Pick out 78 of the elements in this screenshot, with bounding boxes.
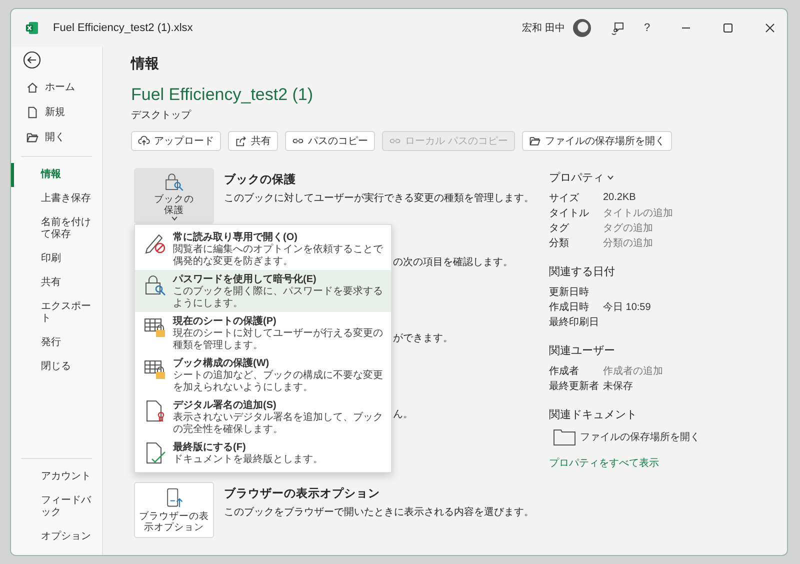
user-name: 宏和 田中 xyxy=(522,22,565,35)
panel-heading[interactable]: プロパティ xyxy=(549,170,604,185)
section-description: ができます。 xyxy=(393,332,453,345)
folder-icon xyxy=(26,131,39,144)
panel-heading: 関連する日付 xyxy=(549,265,615,279)
menu-item[interactable]: デジタル署名の追加(S) 表示されないデジタル署名を追加して、ブックの完全性を確保します。 xyxy=(135,396,391,438)
property-label: 作成者 xyxy=(549,364,580,378)
property-label: 分類 xyxy=(549,236,570,250)
sidebar-item[interactable]: 開く xyxy=(11,125,102,150)
action-button[interactable]: パスのコピー xyxy=(285,131,375,151)
sidebar-item[interactable]: 発行 xyxy=(11,331,102,355)
sidebar-item[interactable]: 共有 xyxy=(11,271,102,295)
show-all-properties-link[interactable]: プロパティをすべて表示 xyxy=(549,456,659,470)
action-button[interactable]: 共有 xyxy=(228,131,278,151)
close-icon xyxy=(765,23,775,33)
open-location-link[interactable]: ファイルの保存場所を開く xyxy=(553,428,700,446)
folder-icon xyxy=(528,135,541,147)
panel-heading: 関連ユーザー xyxy=(549,344,615,358)
sidebar-item[interactable]: エクスポート xyxy=(11,295,102,331)
menu-item[interactable]: パスワードを使用して暗号化(E) このブックを開く際に、パスワードを要求するようにします。 xyxy=(135,270,391,312)
sidebar-item[interactable]: ホーム xyxy=(11,75,102,100)
file-location: デスクトップ xyxy=(131,108,192,122)
panel-heading: 関連ドキュメント xyxy=(549,408,637,422)
sidebar-item[interactable]: 上書き保存 xyxy=(11,187,102,211)
property-label: 更新日時 xyxy=(549,286,590,298)
section-heading: ブラウザーの表示オプション xyxy=(224,486,381,501)
section-description: ん。 xyxy=(393,408,413,421)
back-icon[interactable] xyxy=(23,51,41,69)
menu-item[interactable]: 最終版にする(F) ドキュメントを最終版とします。 xyxy=(135,438,391,468)
menu-item[interactable]: 常に読み取り専用で開く(O) 閲覧者に編集へのオプトインを依頼することで偶発的な変更を防ぎます。 xyxy=(135,228,391,270)
action-button[interactable]: ファイルの保存場所を開く xyxy=(522,131,672,151)
protect-workbook-button[interactable]: ブックの保護 xyxy=(134,168,214,224)
section-description: このブックをブラウザーで開いたときに表示される内容を選びます。 xyxy=(224,506,534,519)
sidebar-item[interactable]: 名前を付けて保存 xyxy=(11,211,102,247)
maximize-icon xyxy=(723,23,733,33)
property-label: タイトル xyxy=(549,206,590,220)
caret-icon[interactable] xyxy=(607,175,614,180)
property-value[interactable]: 分類の追加 xyxy=(603,236,787,250)
sidebar-item[interactable]: 閉じる xyxy=(11,355,102,379)
avatar[interactable] xyxy=(573,19,591,37)
property-value: 今日 10:59 xyxy=(603,300,652,314)
page-title: 情報 xyxy=(131,55,160,73)
property-label: 最終印刷日 xyxy=(549,316,600,328)
home-icon xyxy=(26,81,39,94)
sidebar-item[interactable]: フィードバック xyxy=(11,489,102,525)
sidebar-item[interactable]: アカウント xyxy=(11,465,102,489)
sidebar-item[interactable]: 情報 xyxy=(11,163,102,187)
property-value[interactable]: タイトルの追加 xyxy=(603,206,787,220)
excel-icon xyxy=(25,21,39,35)
document-icon xyxy=(26,106,39,119)
sidebar-item[interactable]: 新規 xyxy=(11,100,102,125)
sidebar-item[interactable]: オプション xyxy=(11,525,102,549)
property-label: タグ xyxy=(549,222,570,234)
property-value[interactable]: 作成者の追加 xyxy=(603,364,787,378)
property-label: サイズ xyxy=(549,192,580,204)
property-value[interactable]: タグの追加 xyxy=(603,220,787,234)
property-value: 未保存 xyxy=(603,380,634,392)
property-label: 作成日時 xyxy=(549,300,590,314)
window-title: Fuel Efficiency_test2 (1).xlsx xyxy=(53,22,193,34)
caret-icon xyxy=(170,216,178,221)
property-label: 最終更新者 xyxy=(549,380,600,392)
share-icon xyxy=(235,135,247,147)
lock-key-icon xyxy=(143,273,167,297)
browser-options-button[interactable]: ブラウザーの表示オプション xyxy=(134,482,214,538)
menu-item[interactable]: ブック構成の保護(W) シートの追加など、ブックの構成に不要な変更を加えられないようにします。 xyxy=(135,354,391,396)
sidebar-item[interactable]: 印刷 xyxy=(11,247,102,271)
lock-key-icon xyxy=(163,171,185,192)
cloud-upload-icon xyxy=(138,135,150,147)
folder-icon xyxy=(553,428,577,446)
section-description: の次の項目を確認します。 xyxy=(393,256,513,269)
feedback-icon[interactable] xyxy=(611,21,625,35)
help-button[interactable]: ? xyxy=(633,22,661,34)
menu-item[interactable]: 現在のシートの保護(P) 現在のシートに対してユーザーが行える変更の種類を管理します。 xyxy=(135,312,391,354)
action-button[interactable]: アップロード xyxy=(131,131,221,151)
section-description: このブックに対してユーザーが実行できる変更の種類を管理します。 xyxy=(224,192,534,205)
file-name: Fuel Efficiency_test2 (1) xyxy=(131,85,314,105)
property-value: 20.2KB xyxy=(603,192,637,203)
section-heading: ブックの保護 xyxy=(224,172,297,187)
